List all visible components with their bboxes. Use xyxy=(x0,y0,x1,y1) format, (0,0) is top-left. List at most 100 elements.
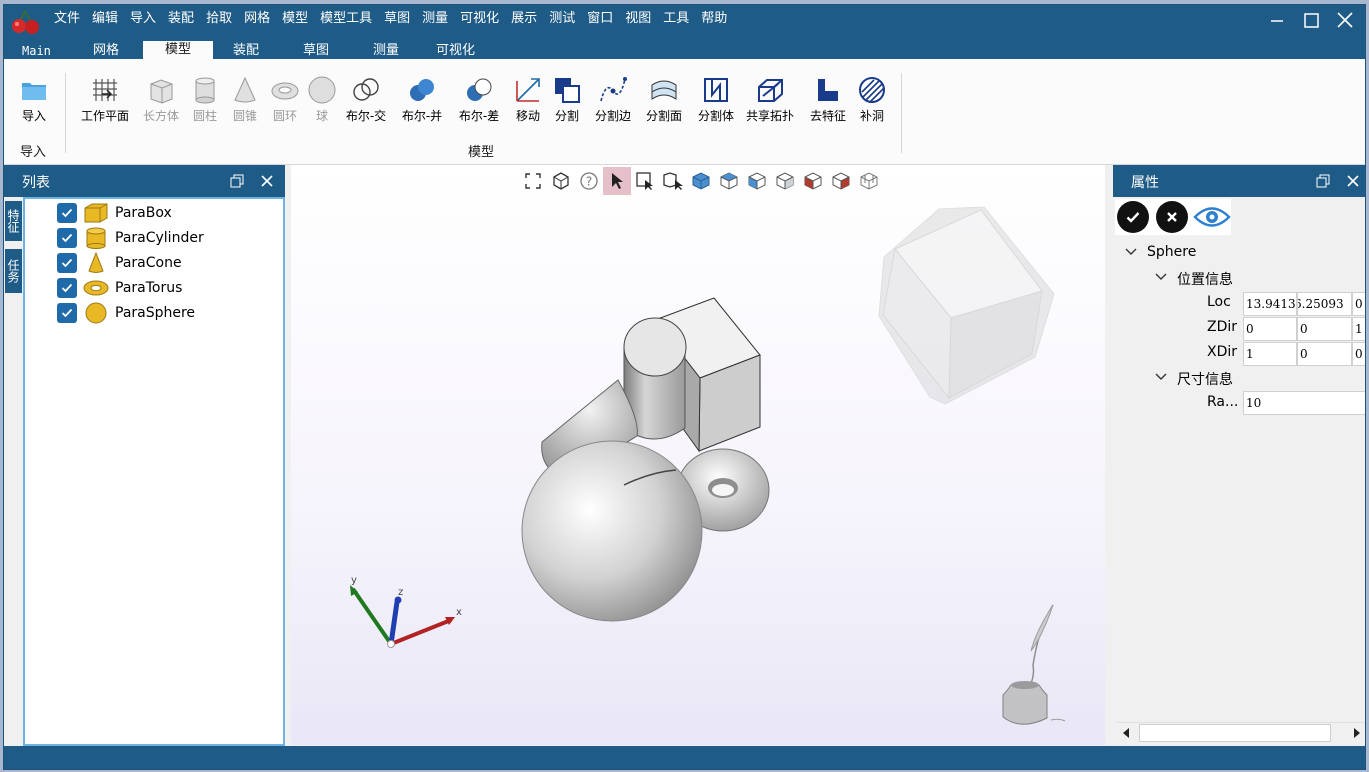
float-panel-icon[interactable] xyxy=(1316,174,1330,188)
group-divider xyxy=(65,73,66,153)
item-checkbox[interactable] xyxy=(57,278,77,298)
fill-hole-button[interactable]: 补洞 xyxy=(856,75,888,135)
visibility-eye-icon[interactable] xyxy=(1193,204,1231,230)
3d-viewport[interactable]: ? x y z xyxy=(291,165,1105,745)
loc-y-field[interactable]: 6.25093 xyxy=(1297,292,1352,316)
maximize-icon[interactable] xyxy=(1298,10,1324,32)
split-edge-button[interactable]: 分割边 xyxy=(591,75,635,135)
scroll-left-icon[interactable] xyxy=(1120,726,1132,740)
y-axis-label: y xyxy=(351,575,357,586)
boolean-intersect-button[interactable]: 布尔-交 xyxy=(342,75,390,135)
size-group-label: 尺寸信息 xyxy=(1177,372,1233,388)
side-tab-features[interactable]: 特征 xyxy=(5,201,22,241)
xdir-label: XDir xyxy=(1207,344,1238,360)
import-button[interactable]: 导入 xyxy=(16,75,52,135)
chevron-down-icon[interactable] xyxy=(1155,272,1167,282)
loc-z-field[interactable]: 0 xyxy=(1352,292,1365,316)
cancel-button[interactable] xyxy=(1156,201,1188,233)
menu-visualize[interactable]: 可视化 xyxy=(454,10,505,28)
menu-assembly[interactable]: 装配 xyxy=(162,10,200,28)
menu-window[interactable]: 窗口 xyxy=(581,10,619,28)
scroll-right-icon[interactable] xyxy=(1351,726,1363,740)
menu-edit[interactable]: 编辑 xyxy=(86,10,124,28)
tab-main[interactable]: Main xyxy=(22,43,51,59)
sphere-button[interactable]: 球 xyxy=(306,75,338,135)
tab-assembly[interactable]: 装配 xyxy=(233,43,259,59)
menu-tools[interactable]: 工具 xyxy=(657,10,695,28)
workplane-label: 工作平面 xyxy=(80,109,129,123)
workplane-button[interactable]: 工作平面 xyxy=(76,75,134,135)
box-button[interactable]: 长方体 xyxy=(140,75,182,135)
position-group-label: 位置信息 xyxy=(1177,272,1233,288)
zdir-y-field[interactable]: 0 xyxy=(1297,317,1352,341)
zdir-z-field[interactable]: 1 xyxy=(1352,317,1365,341)
list-item[interactable]: ParaTorus xyxy=(57,277,182,299)
menu-show[interactable]: 展示 xyxy=(505,10,543,28)
close-panel-icon[interactable] xyxy=(260,174,274,188)
defeature-button[interactable]: 去特征 xyxy=(806,75,850,135)
zdir-x-field[interactable]: 0 xyxy=(1243,317,1297,341)
cone-button[interactable]: 圆锥 xyxy=(227,75,263,135)
boolean-union-button[interactable]: 布尔-并 xyxy=(398,75,446,135)
menu-file[interactable]: 文件 xyxy=(48,10,86,28)
float-panel-icon[interactable] xyxy=(230,174,244,188)
tab-measure[interactable]: 测量 xyxy=(373,43,399,59)
tab-visualize[interactable]: 可视化 xyxy=(436,43,475,59)
menu-help[interactable]: 帮助 xyxy=(695,10,733,28)
apply-button[interactable] xyxy=(1117,201,1149,233)
item-checkbox[interactable] xyxy=(57,303,77,323)
item-checkbox[interactable] xyxy=(57,228,77,248)
tab-model[interactable]: 模型 xyxy=(143,41,213,59)
menu-import[interactable]: 导入 xyxy=(124,10,162,28)
torus-label: 圆环 xyxy=(272,109,297,123)
split-face-button[interactable]: 分割面 xyxy=(642,75,686,135)
minimize-icon[interactable] xyxy=(1264,10,1290,32)
menu-pick[interactable]: 拾取 xyxy=(200,10,238,28)
xdir-x-field[interactable]: 1 xyxy=(1243,342,1297,366)
list-item[interactable]: ParaSphere xyxy=(57,302,195,324)
split-button[interactable]: 分割 xyxy=(549,75,585,135)
move-button[interactable]: 移动 xyxy=(510,75,546,135)
item-checkbox[interactable] xyxy=(57,203,77,223)
import-label: 导入 xyxy=(21,109,46,123)
menu-sketch[interactable]: 草图 xyxy=(378,10,416,28)
torus-button[interactable]: 圆环 xyxy=(267,75,303,135)
scrollbar-thumb[interactable] xyxy=(1139,724,1331,742)
sphere-icon xyxy=(308,76,336,104)
ribbon: 导入 导入 工作平面 长方体 圆柱 圆锥 圆环 球 布尔-交 布尔-并 布尔-差… xyxy=(4,59,1365,165)
radius-field[interactable]: 10 xyxy=(1243,391,1365,415)
split-body-button[interactable]: 分割体 xyxy=(694,75,738,135)
close-panel-icon[interactable] xyxy=(1346,174,1360,188)
menu-test[interactable]: 测试 xyxy=(543,10,581,28)
boolean-union-label: 布尔-并 xyxy=(401,109,443,123)
tab-mesh[interactable]: 网格 xyxy=(93,43,119,59)
menu-bar: 文件 编辑 导入 装配 拾取 网格 模型 模型工具 草图 测量 可视化 展示 测… xyxy=(48,10,733,28)
para-sphere-shape[interactable] xyxy=(521,440,703,622)
item-checkbox[interactable] xyxy=(57,253,77,273)
radius-label: Ra... xyxy=(1207,394,1239,410)
menu-measure[interactable]: 测量 xyxy=(416,10,454,28)
tab-sketch[interactable]: 草图 xyxy=(303,43,329,59)
menu-mesh[interactable]: 网格 xyxy=(238,10,276,28)
menu-model-tools[interactable]: 模型工具 xyxy=(314,10,378,28)
cylinder-button[interactable]: 圆柱 xyxy=(187,75,223,135)
boolean-cut-button[interactable]: 布尔-差 xyxy=(455,75,503,135)
list-item[interactable]: ParaCone xyxy=(57,252,182,274)
list-item[interactable]: ParaCylinder xyxy=(57,227,204,249)
boolean-union-icon xyxy=(410,79,434,101)
list-item[interactable]: ParaBox xyxy=(57,202,172,224)
axis-triad: x y z xyxy=(350,575,462,648)
chevron-down-icon[interactable] xyxy=(1155,372,1167,382)
menu-view[interactable]: 视图 xyxy=(619,10,657,28)
xdir-z-field[interactable]: 0 xyxy=(1352,342,1365,366)
xdir-y-field[interactable]: 0 xyxy=(1297,342,1352,366)
loc-x-field[interactable]: 13.9413 xyxy=(1243,292,1297,316)
close-icon[interactable] xyxy=(1332,10,1358,32)
horizontal-scrollbar[interactable] xyxy=(1117,722,1365,742)
chevron-down-icon[interactable] xyxy=(1125,247,1137,257)
shared-topology-button[interactable]: 共享拓扑 xyxy=(744,75,796,135)
loc-label: Loc xyxy=(1207,294,1231,310)
side-tab-tasks[interactable]: 任务 xyxy=(5,249,22,293)
menu-model[interactable]: 模型 xyxy=(276,10,314,28)
split-edge-icon xyxy=(600,77,627,102)
